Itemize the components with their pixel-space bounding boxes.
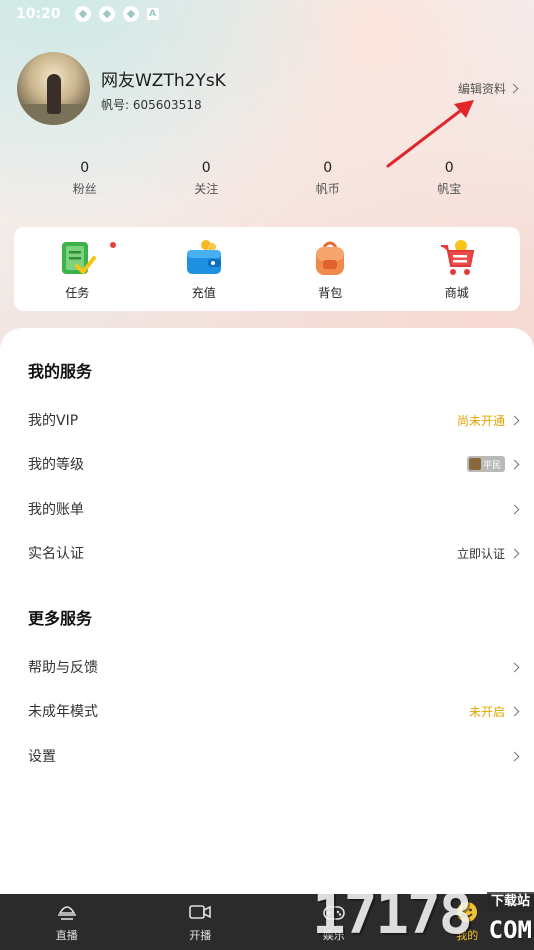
row-label: 我的VIP [28, 413, 79, 429]
row-my-level[interactable]: 我的等级 平民 [28, 449, 520, 479]
stat-value: 0 [444, 160, 454, 176]
row-minor-mode[interactable]: 未成年模式 未开启 [28, 696, 520, 726]
live-icon [57, 906, 76, 920]
row-my-vip[interactable]: 我的VIP 尚未开通 [28, 405, 520, 435]
stat-coins[interactable]: 0 帆币 [267, 160, 389, 200]
chevron-right-icon [509, 751, 520, 761]
services-panel: 我的服务 我的VIP 尚未开通 我的等级 平民 我的账单 实名认证 立即认证 更… [0, 328, 534, 894]
stat-label: 粉丝 [72, 182, 97, 196]
nav-start-live[interactable]: 开播 [134, 894, 268, 950]
row-value: 未开启 [468, 704, 505, 719]
chevron-right-icon [508, 83, 519, 94]
nav-entertainment[interactable]: 娱乐 [267, 894, 401, 950]
chevron-right-icon [509, 662, 520, 672]
level-icon [468, 458, 481, 470]
quick-action-label: 充值 [191, 285, 216, 300]
account-id: 605603518 [132, 98, 202, 112]
quick-action-backpack[interactable]: 背包 [267, 238, 394, 301]
stat-value: 0 [80, 160, 90, 176]
stat-label: 帆币 [315, 182, 340, 196]
status-bar: 10:20 A [0, 0, 534, 28]
stat-value: 0 [201, 160, 211, 176]
gamepad-icon [322, 906, 345, 920]
stat-label: 帆宝 [437, 182, 462, 196]
level-text: 平民 [482, 460, 501, 471]
nav-label: 娱乐 [322, 929, 345, 942]
quick-action-mall[interactable]: 商城 [394, 238, 521, 301]
row-value: 尚未开通 [456, 413, 505, 428]
chevron-right-icon [509, 706, 520, 716]
stats-row: 0 粉丝 0 关注 0 帆币 0 帆宝 [24, 160, 510, 200]
quick-action-label: 任务 [65, 285, 90, 300]
nav-live[interactable]: 直播 [0, 894, 134, 950]
quick-action-label: 背包 [318, 285, 343, 300]
quick-action-label: 商城 [444, 285, 469, 300]
row-real-name-auth[interactable]: 实名认证 立即认证 [28, 538, 520, 568]
video-camera-icon [189, 905, 212, 919]
chevron-right-icon [509, 504, 520, 514]
stat-label: 关注 [194, 182, 219, 196]
quick-action-task[interactable]: 任务 [14, 238, 141, 301]
section-title-more-services: 更多服务 [28, 609, 93, 628]
chevron-right-icon [509, 459, 520, 469]
quick-actions-card: 任务 充值 背包 商城 [14, 227, 520, 311]
row-help-feedback[interactable]: 帮助与反馈 [28, 652, 520, 682]
smiley-icon [457, 902, 478, 922]
row-value: 立即认证 [456, 546, 505, 561]
row-label: 设置 [28, 749, 56, 765]
stat-following[interactable]: 0 关注 [146, 160, 268, 200]
shopping-cart-icon [440, 239, 474, 275]
bottom-nav: 直播 开播 娱乐 我的 [0, 894, 534, 950]
nav-label: 直播 [55, 929, 78, 942]
level-badge: 平民 [466, 456, 505, 472]
chevron-right-icon [509, 548, 520, 558]
notification-icon [98, 6, 115, 22]
status-time: 10:20 [16, 6, 61, 22]
section-title-my-services: 我的服务 [28, 362, 93, 381]
chevron-right-icon [509, 415, 520, 425]
wallet-icon [186, 239, 221, 274]
stat-fans[interactable]: 0 粉丝 [24, 160, 146, 200]
task-clipboard-icon [62, 241, 97, 275]
backpack-icon [316, 241, 345, 275]
nav-label: 我的 [456, 929, 479, 942]
nav-mine[interactable]: 我的 [401, 894, 534, 950]
row-my-bills[interactable]: 我的账单 [28, 494, 520, 524]
avatar[interactable] [17, 52, 90, 125]
row-label: 实名认证 [28, 546, 84, 562]
notification-icon [74, 6, 91, 22]
app-notification-icon: A [146, 8, 159, 20]
quick-action-recharge[interactable]: 充值 [141, 238, 268, 301]
edit-profile-link[interactable]: 编辑资料 [457, 80, 519, 97]
nav-label: 开播 [189, 929, 212, 942]
edit-profile-label: 编辑资料 [457, 82, 506, 96]
row-label: 我的账单 [28, 502, 84, 518]
row-label: 我的等级 [28, 457, 84, 473]
account-label: 帆号: [101, 98, 130, 112]
notification-dot [110, 241, 116, 248]
row-settings[interactable]: 设置 [28, 741, 520, 771]
notification-icon [122, 6, 139, 22]
nickname: 网友WZTh2YsK [101, 71, 226, 91]
stat-treasure[interactable]: 0 帆宝 [389, 160, 511, 200]
stat-value: 0 [323, 160, 333, 176]
account-number: 帆号: 605603518 [101, 96, 202, 113]
row-label: 未成年模式 [28, 704, 98, 720]
row-label: 帮助与反馈 [28, 660, 98, 676]
